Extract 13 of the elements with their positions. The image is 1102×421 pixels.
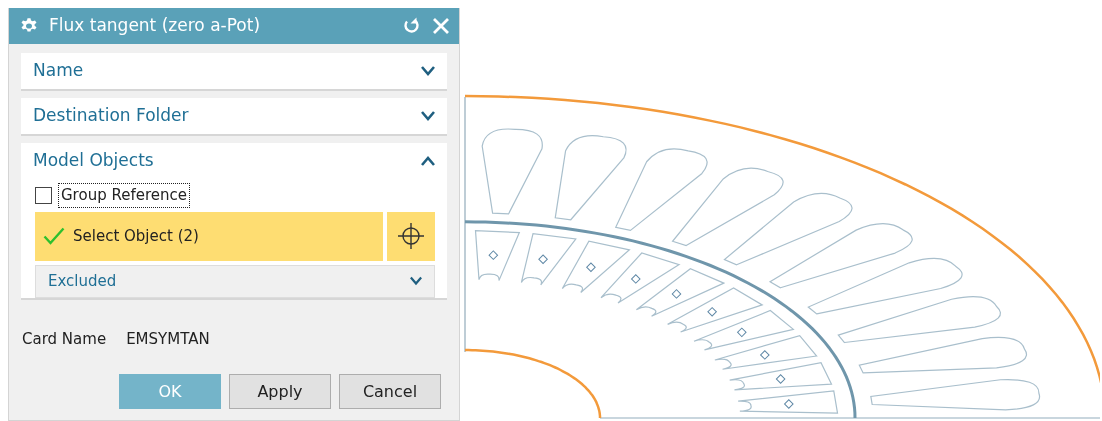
window-title: Flux tangent (zero a-Pot) [49,14,262,38]
select-object-field[interactable]: Select Object (2) [35,211,383,261]
dialog-button[interactable]: Apply [229,374,331,409]
card-name-value: EMSYMTAN [126,328,210,350]
checkbox-label[interactable]: Group Reference [58,183,190,208]
close-icon[interactable] [431,16,451,36]
card-name-label: Card Name [22,328,107,350]
checkbox[interactable] [35,186,52,204]
excluded-dropdown[interactable]: Excluded [35,264,435,298]
target-button[interactable] [387,211,435,261]
crosshair-icon [396,221,426,251]
dialog-button[interactable]: Cancel [339,374,441,409]
reset-icon[interactable] [401,16,421,36]
